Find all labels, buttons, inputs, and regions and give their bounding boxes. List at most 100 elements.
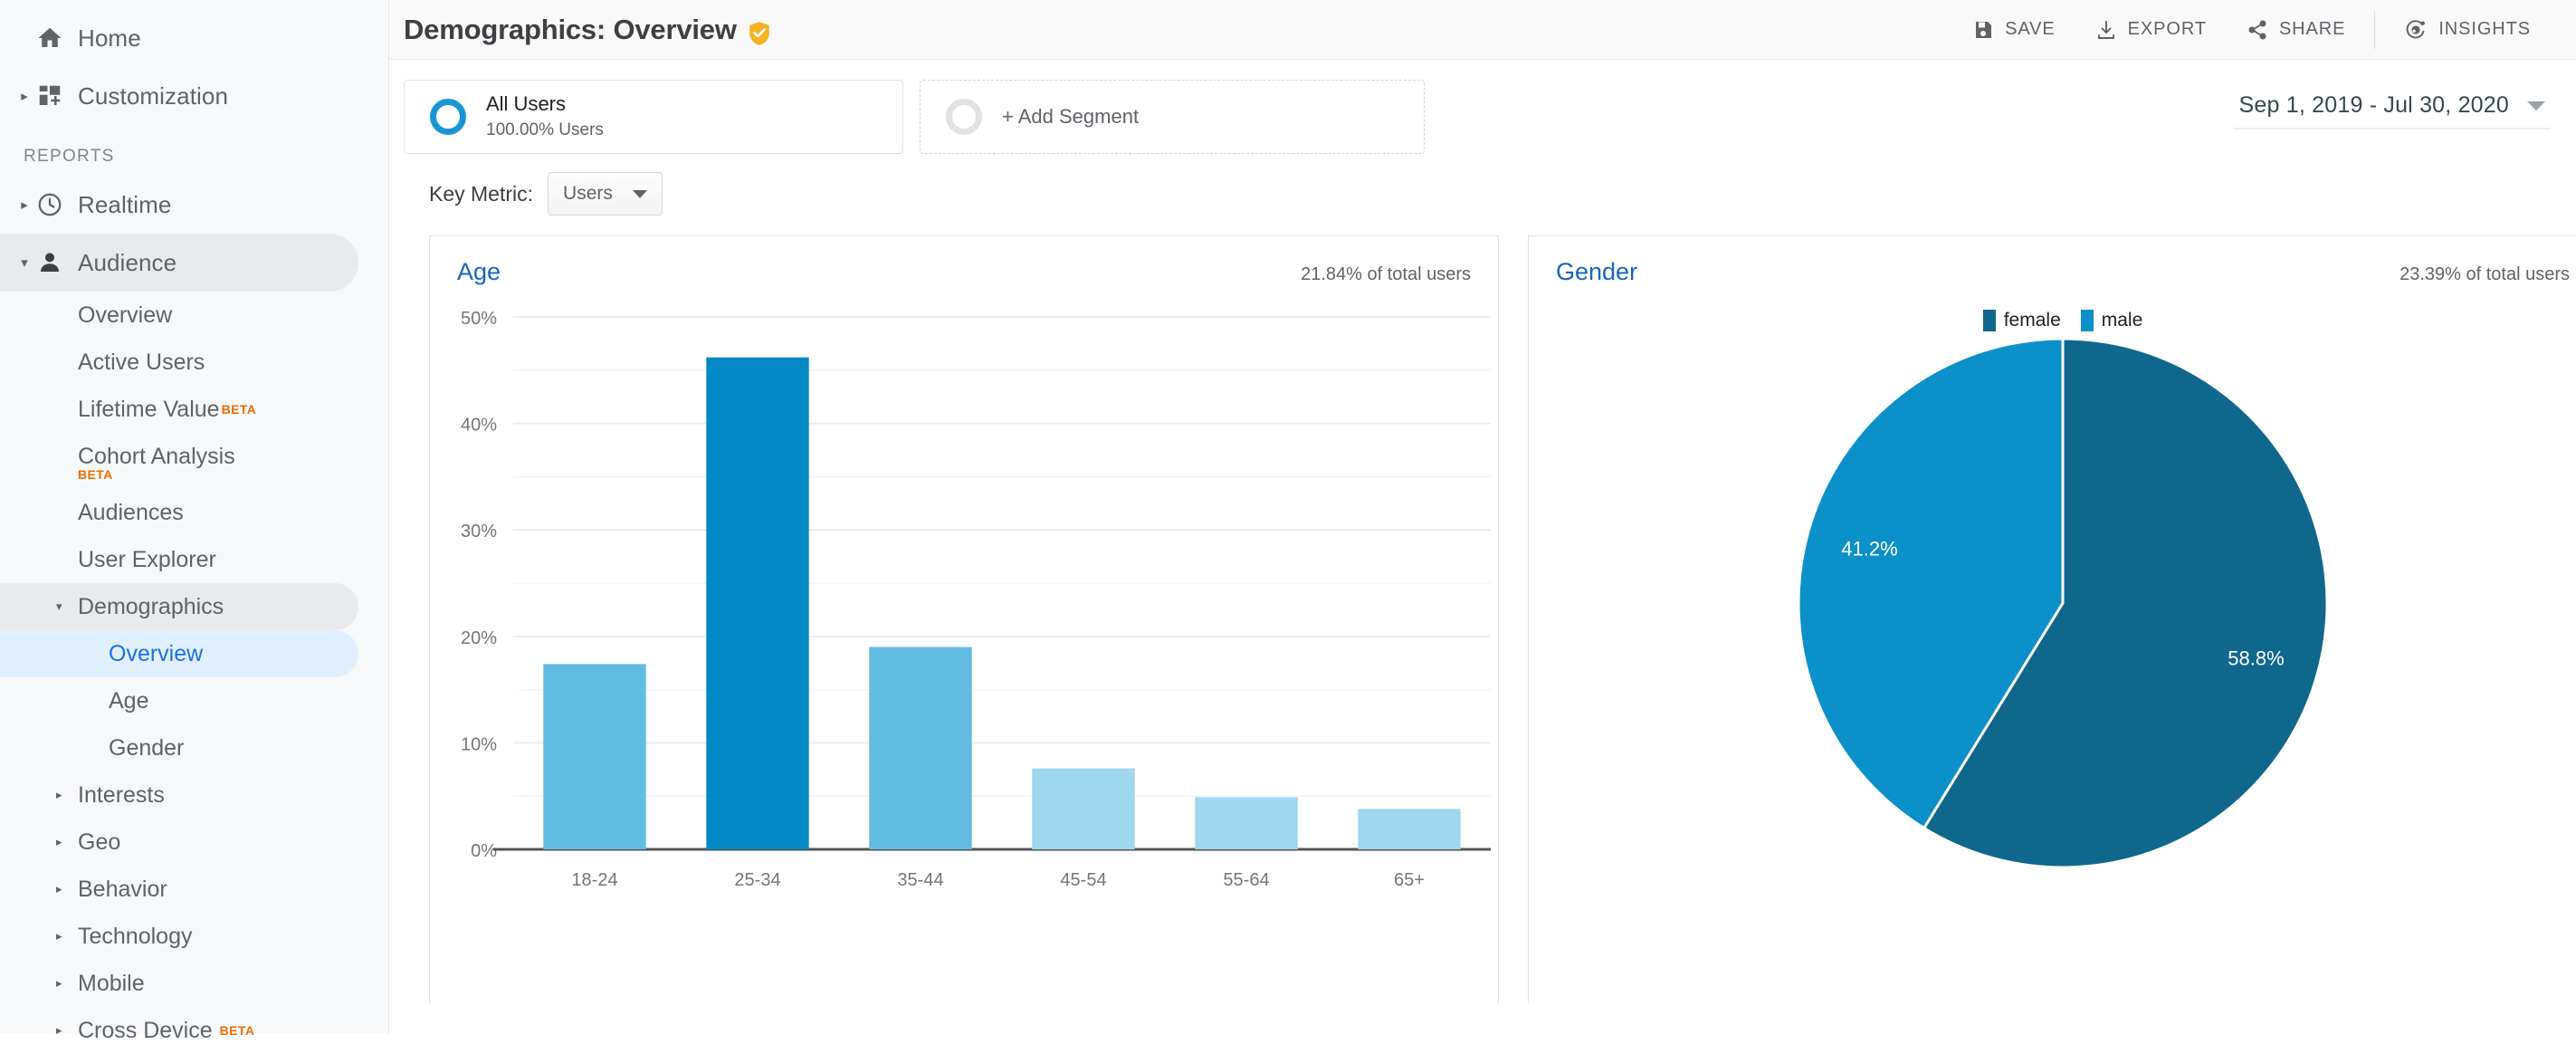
legend-item-male[interactable]: male [2080, 310, 2143, 331]
chevron-down-icon [2527, 101, 2545, 110]
sidebar-item-label: Customization [78, 81, 229, 110]
beta-badge: BETA [219, 1023, 255, 1038]
segment-placeholder-ring [946, 99, 982, 135]
sidebar-item-demographics-age[interactable]: Age [0, 677, 388, 724]
sidebar-sub-label: Overview [78, 302, 173, 328]
sidebar-sub-label: Mobile [78, 970, 145, 996]
sidebar-item-demographics-gender[interactable]: Gender [0, 724, 388, 771]
sidebar-item-label: Audience [78, 248, 177, 276]
sidebar-sub-label: Geo [78, 829, 121, 855]
top-bar: Demographics: Overview SAVE EXPORT SHARE… [389, 0, 2576, 60]
add-segment-label: + Add Segment [1002, 105, 1140, 128]
sidebar-item-realtime[interactable]: ▸ Realtime [0, 176, 388, 234]
collapse-arrow-icon[interactable]: ▾ [56, 599, 78, 614]
sidebar-sub-label: Demographics [78, 593, 224, 619]
date-range-value: Sep 1, 2019 - Jul 30, 2020 [2238, 92, 2509, 118]
expand-arrow-icon[interactable]: ▸ [56, 835, 78, 849]
home-icon [36, 24, 78, 52]
sidebar-sub-label: Technology [78, 923, 193, 949]
key-metric-value: Users [563, 183, 613, 204]
age-chart-svg: 0% 10% 20% 30% 40% 50% 18-24 25-34 35-44 45-54 55-… [461, 309, 1491, 890]
save-icon [1972, 19, 1994, 41]
sidebar-item-behavior[interactable]: ▸ Behavior [0, 866, 388, 913]
insights-button[interactable]: INSIGHTS [2384, 7, 2551, 53]
sidebar-item-lifetime-value[interactable]: Lifetime Value BETA [0, 386, 388, 433]
expand-arrow-icon[interactable]: ▸ [56, 882, 78, 896]
sidebar-sub-label: Active Users [78, 349, 205, 375]
expand-arrow-icon[interactable]: ▸ [56, 976, 78, 991]
sidebar-sub-label: Lifetime Value [78, 396, 220, 422]
sidebar-sub-label: Behavior [78, 876, 167, 902]
segment-bar: All Users 100.00% Users + Add Segment Se… [389, 60, 2576, 154]
svg-text:55-64: 55-64 [1223, 870, 1269, 890]
svg-text:50%: 50% [461, 309, 497, 329]
sidebar-item-demographics[interactable]: ▾ Demographics [0, 583, 358, 630]
save-label: SAVE [2005, 19, 2056, 39]
sidebar-item-cohort-analysis[interactable]: Cohort Analysis BETA [0, 433, 388, 489]
sidebar-item-interests[interactable]: ▸ Interests [0, 771, 388, 819]
collapse-arrow-icon[interactable]: ▾ [13, 256, 36, 270]
export-button[interactable]: EXPORT [2075, 7, 2227, 53]
report-panels: Age 21.84% of total users 0% 10% 20% 30% 40%… [389, 216, 2576, 1003]
gender-panel: Gender 23.39% of total users female male… [1528, 235, 2576, 1003]
legend-swatch [1982, 310, 1996, 331]
key-metric-row: Key Metric: Users [415, 154, 2576, 216]
legend-item-female[interactable]: female [1982, 310, 2061, 331]
svg-text:58.8%: 58.8% [2228, 647, 2284, 670]
expand-arrow-icon[interactable]: ▸ [13, 198, 36, 212]
sidebar-item-cross-device[interactable]: ▸ Cross Device BETA [0, 1007, 388, 1054]
sidebar-sub-label: Gender [109, 734, 185, 761]
svg-text:65+: 65+ [1394, 870, 1425, 890]
svg-text:20%: 20% [461, 628, 497, 648]
gender-panel-title[interactable]: Gender [1556, 258, 1637, 286]
key-metric-select[interactable]: Users [548, 172, 663, 216]
clock-icon [36, 191, 78, 218]
sidebar-sub-label: Overview [109, 640, 204, 666]
sidebar-item-demographics-overview[interactable]: Overview [0, 630, 358, 677]
age-panel-title[interactable]: Age [457, 258, 501, 286]
gender-legend: female male [1529, 310, 2576, 331]
sidebar-item-mobile[interactable]: ▸ Mobile [0, 960, 388, 1007]
sidebar-item-geo[interactable]: ▸ Geo [0, 819, 388, 866]
share-button[interactable]: SHARE [2227, 7, 2365, 53]
expand-arrow-icon[interactable]: ▸ [56, 788, 78, 802]
sidebar-item-technology[interactable]: ▸ Technology [0, 913, 388, 960]
insights-label: INSIGHTS [2438, 19, 2531, 39]
gender-panel-meta: 23.39% of total users [2399, 264, 2570, 284]
gender-chart-svg: 58.8% 41.2% [1797, 337, 2329, 869]
legend-label: male [2101, 310, 2143, 331]
sidebar-sub-label: Interests [78, 781, 165, 808]
expand-arrow-icon[interactable]: ▸ [56, 929, 78, 944]
expand-arrow-icon[interactable]: ▸ [13, 90, 36, 103]
sidebar-item-audience[interactable]: ▾ Audience [0, 234, 358, 292]
segment-all-users[interactable]: All Users 100.00% Users [404, 80, 903, 154]
sidebar-sub-label: User Explorer [78, 546, 216, 572]
sidebar-item-user-explorer[interactable]: User Explorer [0, 536, 388, 583]
main-content: Demographics: Overview SAVE EXPORT SHARE… [389, 0, 2576, 1034]
svg-text:45-54: 45-54 [1060, 870, 1106, 890]
analytics-app: ▸ Home ▸ Customization REPORTS ▸ [0, 0, 2576, 1043]
key-metric-label: Key Metric: [429, 181, 534, 206]
svg-text:41.2%: 41.2% [1841, 537, 1897, 560]
sidebar-item-active-users[interactable]: Active Users [0, 339, 388, 386]
sidebar-item-audience-overview[interactable]: Overview [0, 292, 388, 339]
sidebar-item-customization[interactable]: ▸ Customization [0, 67, 388, 125]
expand-arrow-icon[interactable]: ▸ [56, 1023, 78, 1038]
date-range-picker[interactable]: Sep 1, 2019 - Jul 30, 2020 [2233, 92, 2551, 129]
save-button[interactable]: SAVE [1952, 7, 2075, 53]
export-label: EXPORT [2127, 19, 2207, 39]
svg-text:18-24: 18-24 [571, 870, 617, 890]
segment-color-ring [430, 99, 466, 135]
sidebar-sub-label: Age [109, 687, 149, 714]
svg-text:35-44: 35-44 [897, 870, 943, 890]
share-label: SHARE [2278, 19, 2346, 39]
beta-badge: BETA [78, 466, 113, 482]
customization-icon [36, 82, 78, 110]
sidebar-item-audiences[interactable]: Audiences [0, 489, 388, 536]
left-sidebar: ▸ Home ▸ Customization REPORTS ▸ [0, 0, 389, 1043]
sidebar-item-home[interactable]: ▸ Home [0, 9, 388, 67]
add-segment-button[interactable]: + Add Segment [920, 80, 1425, 154]
gender-panel-header: Gender 23.39% of total users [1529, 236, 2576, 286]
age-panel-header: Age 21.84% of total users [430, 236, 1498, 286]
sidebar-sub-label: Cohort Analysis [78, 443, 235, 469]
